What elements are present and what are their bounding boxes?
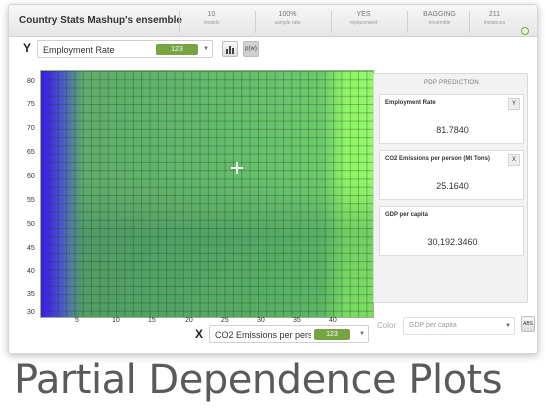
bar-chart-icon [226,46,234,54]
x-tick: 10 [112,317,120,324]
ensemble-title: Country Stats Mashup's ensemble [19,15,182,26]
stat-models: 10 models [179,11,243,33]
stat-instances: 211 instances [469,11,519,33]
feature-card-employment-rate: Employment Rate Y 81.7840 [379,94,524,144]
feature-axis-badge: X [508,154,520,166]
pdp-label: p(w) [245,46,257,52]
x-field-value: CO2 Emissions per pers... [215,330,311,340]
x-tick: 15 [148,317,156,324]
feature-axis-badge: Y [508,98,520,110]
header-bar: Country Stats Mashup's ensemble 10 model… [9,5,537,37]
x-tick: 35 [293,317,301,324]
y-tick: 35 [27,291,35,298]
y-tick: 60 [27,173,35,180]
stat-ensemble-type: BAGGING ensemble [407,11,471,33]
y-tick: 70 [27,125,35,132]
feature-name: Employment Rate [385,100,436,106]
x-field-type-badge: 123 [314,329,350,340]
pdp-heatmap[interactable] [40,70,374,318]
y-tick: 65 [27,149,35,156]
feature-name: GDP per capita [385,212,428,218]
y-tick: 75 [27,101,35,108]
x-field-select[interactable]: CO2 Emissions per pers... 123 ▼ [209,325,369,343]
x-tick: 30 [257,317,265,324]
color-field-value: GDP per capita [409,322,457,329]
stat-sample-rate: 100% sample rate [255,11,319,33]
feature-value: 81.7840 [436,125,469,135]
y-tick: 80 [27,78,35,85]
color-field-select[interactable]: GDP per capita ▼ [403,317,515,335]
color-label: Color [377,321,397,330]
pdp-prediction-panel: PDP PREDICTION Employment Rate Y 81.7840… [373,73,528,303]
y-tick: 45 [27,245,35,252]
y-field-value: Employment Rate [43,45,115,55]
gear-icon[interactable] [521,27,529,35]
color-scale-button[interactable]: ABS [521,316,535,332]
x-tick: 20 [185,317,193,324]
y-tick: 50 [27,221,35,228]
feature-name: CO2 Emissions per person (Mt Tons) [385,156,490,162]
panel-title: PDP PREDICTION [423,80,480,86]
crosshair-icon[interactable] [231,162,243,174]
x-tick: 40 [329,317,337,324]
chevron-down-icon: ▼ [203,46,209,52]
chevron-down-icon: ▼ [359,331,365,337]
y-axis-letter: Y [23,41,32,55]
y-field-select[interactable]: Employment Rate 123 ▼ [37,40,213,58]
chevron-down-icon: ▼ [505,323,511,329]
feature-value: 25.1640 [436,181,469,191]
feature-value: 30,192.3460 [427,237,478,247]
heatmap-grid [41,71,373,317]
y-tick: 40 [27,268,35,275]
x-axis-letter: X [195,327,204,341]
feature-card-gdp-per-capita: GDP per capita 30,192.3460 [379,206,524,256]
x-tick: 25 [221,317,229,324]
x-tick: 5 [75,317,79,324]
stat-replacement: YES replacement [331,11,395,33]
y-tick: 30 [27,309,35,316]
feature-card-co2-emissions: CO2 Emissions per person (Mt Tons) X 25.… [379,150,524,200]
pdp-button[interactable]: p(w) [243,41,259,57]
bar-chart-button[interactable] [222,41,238,57]
caption-title: Partial Dependence Plots [14,357,503,403]
app-window: Country Stats Mashup's ensemble 10 model… [8,4,538,354]
y-tick: 55 [27,197,35,204]
y-field-type-badge: 123 [156,44,198,55]
